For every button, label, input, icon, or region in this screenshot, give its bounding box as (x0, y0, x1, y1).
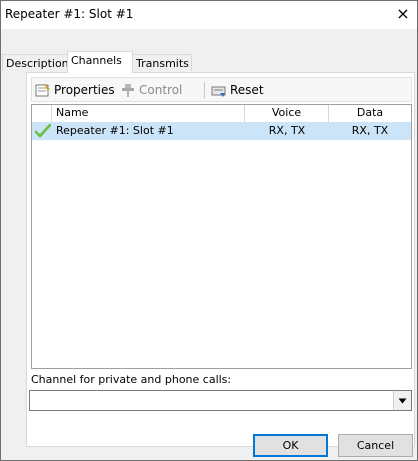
reset-button[interactable]: Reset (211, 82, 264, 98)
check-column-header[interactable] (32, 105, 52, 122)
row-voice: RX, TX (268, 124, 306, 137)
properties-button[interactable]: Properties (35, 82, 115, 98)
channels-list[interactable]: Name Voice Data Repeater #1: Slot #1 RX,… (31, 104, 412, 369)
dialog-window: Repeater #1: Slot #1 × Description Chann… (0, 0, 418, 461)
row-name: Repeater #1: Slot #1 (56, 124, 174, 137)
window-title: Repeater #1: Slot #1 (5, 7, 134, 21)
close-button[interactable]: × (393, 4, 413, 24)
properties-icon (35, 83, 50, 97)
properties-label: Properties (54, 83, 115, 97)
reset-icon (211, 86, 226, 97)
private-calls-label: Channel for private and phone calls: (31, 373, 232, 386)
tab-description[interactable]: Description (2, 54, 69, 71)
row-data: RX, TX (351, 124, 389, 137)
ok-button[interactable]: OK (253, 434, 328, 457)
private-calls-combobox[interactable] (29, 390, 412, 411)
control-button[interactable]: Control (120, 82, 182, 98)
tab-transmits[interactable]: Transmits (132, 54, 192, 71)
control-icon (122, 84, 134, 97)
list-header: Name Voice Data (32, 105, 411, 123)
check-icon[interactable] (33, 122, 52, 140)
title-bar[interactable]: Repeater #1: Slot #1 × (1, 1, 417, 29)
tab-channels[interactable]: Channels (67, 51, 133, 73)
column-data[interactable]: Data (329, 105, 411, 122)
reset-label: Reset (230, 83, 264, 97)
chevron-down-icon[interactable] (393, 391, 411, 410)
table-row[interactable]: Repeater #1: Slot #1 RX, TX RX, TX (32, 122, 411, 140)
channels-panel: Properties Control Reset Name Voice Data… (26, 72, 415, 447)
column-voice[interactable]: Voice (245, 105, 329, 122)
control-label: Control (139, 83, 183, 97)
column-name[interactable]: Name (52, 105, 245, 122)
toolbar: Properties Control Reset (31, 77, 412, 102)
toolbar-separator (204, 82, 205, 98)
cancel-button[interactable]: Cancel (338, 434, 413, 457)
